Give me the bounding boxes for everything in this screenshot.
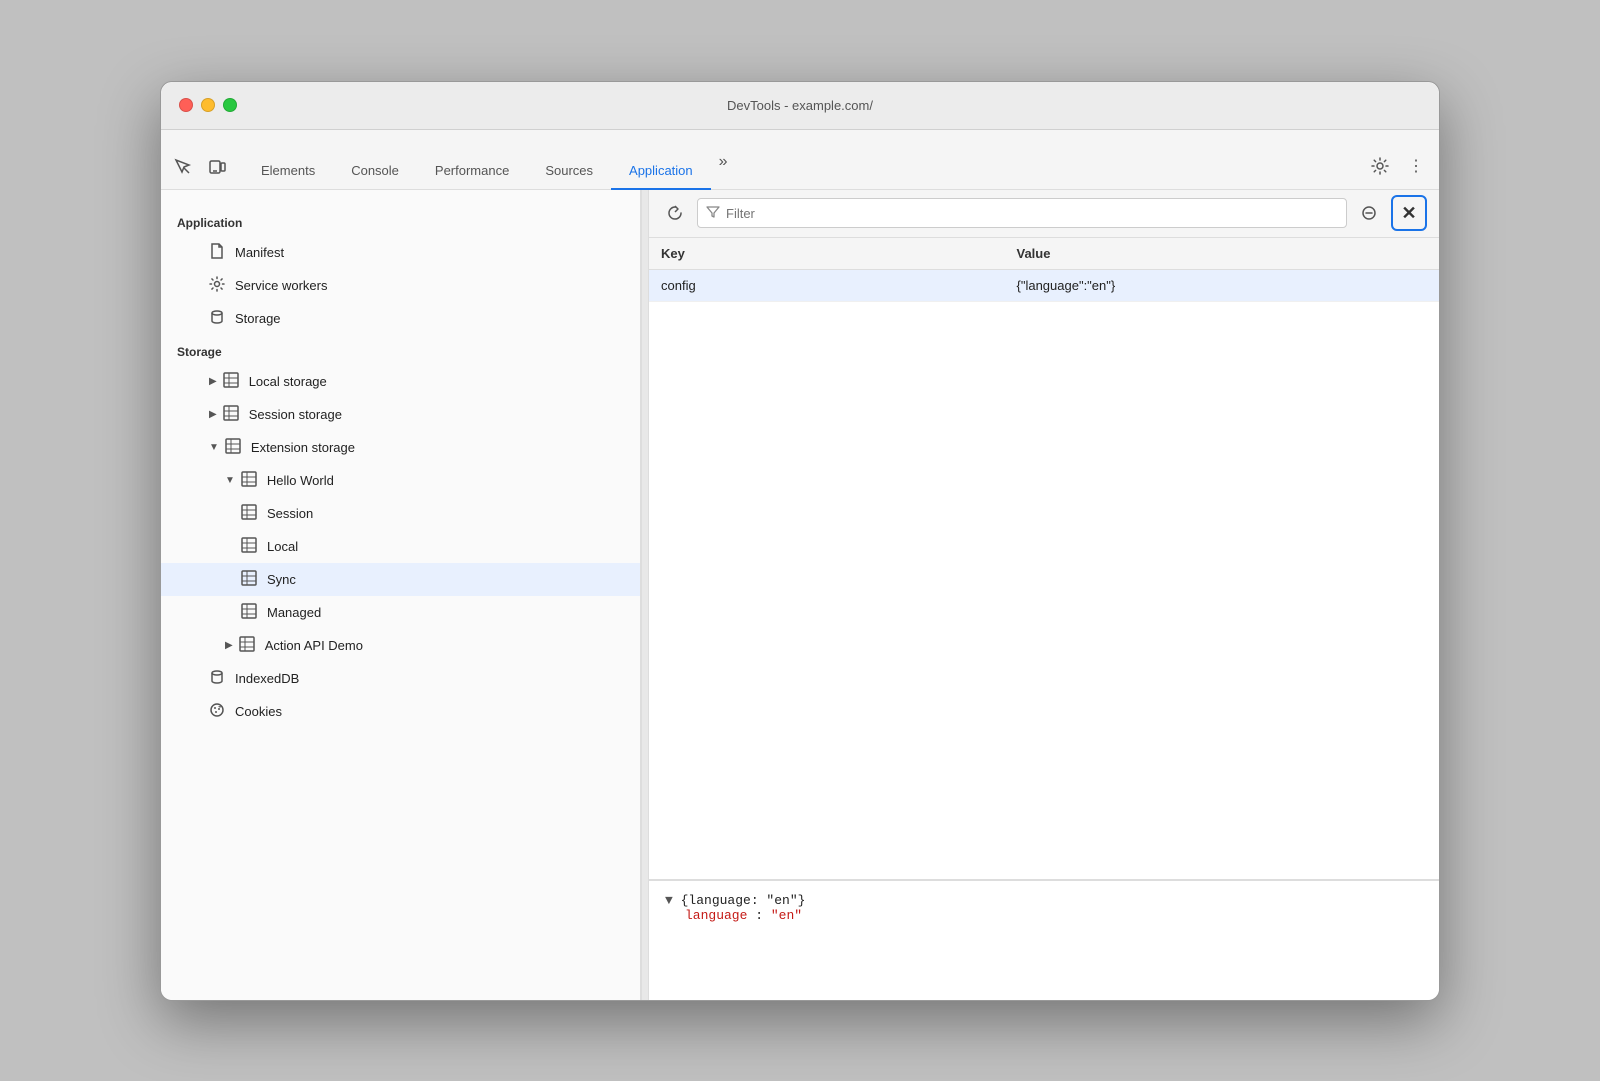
preview-value: "en" xyxy=(771,908,802,923)
sidebar-item-session[interactable]: Session xyxy=(161,497,640,530)
column-value: Value xyxy=(1005,238,1440,270)
tabbar-right-actions: ⋮ xyxy=(1365,151,1431,181)
select-element-icon[interactable] xyxy=(169,153,197,181)
sidebar-item-label: Local storage xyxy=(249,374,327,389)
preview-property-row: language : "en" xyxy=(665,908,1423,923)
filter-icon xyxy=(706,205,720,222)
sidebar-item-label: Hello World xyxy=(267,473,334,488)
tab-console[interactable]: Console xyxy=(333,153,417,190)
cookie-icon xyxy=(209,702,225,721)
sidebar-item-manifest[interactable]: Manifest xyxy=(161,236,640,269)
storage-table: Key Value config {"language":"en"} xyxy=(649,238,1439,880)
data-toolbar: ✕ xyxy=(649,190,1439,238)
tabbar-left-icons xyxy=(169,153,243,181)
sidebar-item-label: Action API Demo xyxy=(265,638,363,653)
grid-icon xyxy=(241,504,257,523)
cylinder-icon xyxy=(209,669,225,688)
grid-icon xyxy=(241,537,257,556)
cell-value: {"language":"en"} xyxy=(1005,269,1440,301)
sidebar-item-sync[interactable]: Sync xyxy=(161,563,640,596)
column-key: Key xyxy=(649,238,1005,270)
tab-sources[interactable]: Sources xyxy=(527,153,611,190)
collapse-arrow-icon: ▼ xyxy=(209,442,219,453)
sidebar-item-cookies[interactable]: Cookies xyxy=(161,695,640,728)
device-toolbar-icon[interactable] xyxy=(203,153,231,181)
sidebar-item-label: Managed xyxy=(267,605,321,620)
grid-icon xyxy=(225,438,241,457)
sidebar-item-storage-app[interactable]: Storage xyxy=(161,302,640,335)
settings-icon[interactable] xyxy=(1365,151,1395,181)
tabbar: Elements Console Performance Sources App… xyxy=(161,130,1439,190)
grid-icon xyxy=(223,372,239,391)
grid-icon xyxy=(239,636,255,655)
sidebar-resize-handle[interactable] xyxy=(641,190,649,1000)
sidebar-item-label: Manifest xyxy=(235,245,284,260)
maximize-button[interactable] xyxy=(223,98,237,112)
tab-application[interactable]: Application xyxy=(611,153,711,190)
sidebar-item-label: Session storage xyxy=(249,407,342,422)
sidebar-item-local[interactable]: Local xyxy=(161,530,640,563)
sidebar-item-session-storage[interactable]: ▶ Session storage xyxy=(161,398,640,431)
sidebar-item-label: Extension storage xyxy=(251,440,355,455)
gear-icon xyxy=(209,276,225,295)
collapse-arrow-icon: ▼ xyxy=(225,475,235,486)
sidebar-section-application: Application xyxy=(161,210,640,236)
minimize-button[interactable] xyxy=(201,98,215,112)
sidebar: Application Manifest Service xyxy=(161,190,641,1000)
expand-arrow-icon: ▶ xyxy=(225,640,233,651)
sidebar-item-label: IndexedDB xyxy=(235,671,299,686)
window-title: DevTools - example.com/ xyxy=(727,98,873,113)
sidebar-item-service-workers[interactable]: Service workers xyxy=(161,269,640,302)
sidebar-section-storage: Storage xyxy=(161,339,640,365)
refresh-button[interactable] xyxy=(661,199,689,227)
filter-input[interactable] xyxy=(726,206,1338,221)
sidebar-item-action-api-demo[interactable]: ▶ Action API Demo xyxy=(161,629,640,662)
sidebar-item-local-storage[interactable]: ▶ Local storage xyxy=(161,365,640,398)
window-controls xyxy=(179,98,237,112)
sidebar-item-label: Storage xyxy=(235,311,281,326)
main-content: Application Manifest Service xyxy=(161,190,1439,1000)
preview-expand-row: ▼ {language: "en"} xyxy=(665,893,1423,908)
expand-arrow-icon: ▶ xyxy=(209,376,217,387)
more-tabs-button[interactable]: » xyxy=(711,143,736,181)
filter-bar xyxy=(697,198,1347,228)
sidebar-item-label: Local xyxy=(267,539,298,554)
sidebar-item-extension-storage[interactable]: ▼ Extension storage xyxy=(161,431,640,464)
close-panel-button[interactable]: ✕ xyxy=(1391,195,1427,231)
cell-key: config xyxy=(649,269,1005,301)
sidebar-item-indexeddb[interactable]: IndexedDB xyxy=(161,662,640,695)
more-options-icon[interactable]: ⋮ xyxy=(1401,151,1431,181)
sidebar-item-managed[interactable]: Managed xyxy=(161,596,640,629)
preview-object-label: {language: "en"} xyxy=(681,893,806,908)
sidebar-item-label: Cookies xyxy=(235,704,282,719)
titlebar: DevTools - example.com/ xyxy=(161,82,1439,130)
tab-performance[interactable]: Performance xyxy=(417,153,527,190)
preview-colon: : xyxy=(755,908,771,923)
cylinder-icon xyxy=(209,309,225,328)
grid-icon xyxy=(241,471,257,490)
clear-button[interactable] xyxy=(1355,199,1383,227)
sidebar-item-label: Service workers xyxy=(235,278,327,293)
sidebar-item-hello-world[interactable]: ▼ Hello World xyxy=(161,464,640,497)
preview-panel: ▼ {language: "en"} language : "en" xyxy=(649,880,1439,1000)
doc-icon xyxy=(209,243,225,262)
preview-key: language xyxy=(685,908,747,923)
tab-elements[interactable]: Elements xyxy=(243,153,333,190)
sidebar-item-label: Sync xyxy=(267,572,296,587)
grid-icon xyxy=(241,570,257,589)
devtools-window: DevTools - example.com/ Elements Console… xyxy=(160,81,1440,1001)
sidebar-item-label: Session xyxy=(267,506,313,521)
expand-arrow-icon: ▶ xyxy=(209,409,217,420)
preview-expand-icon[interactable]: ▼ xyxy=(665,893,681,908)
close-button[interactable] xyxy=(179,98,193,112)
right-panel: ✕ Key Value config {"language":"en"} xyxy=(649,190,1439,1000)
grid-icon xyxy=(241,603,257,622)
grid-icon xyxy=(223,405,239,424)
table-row[interactable]: config {"language":"en"} xyxy=(649,269,1439,301)
